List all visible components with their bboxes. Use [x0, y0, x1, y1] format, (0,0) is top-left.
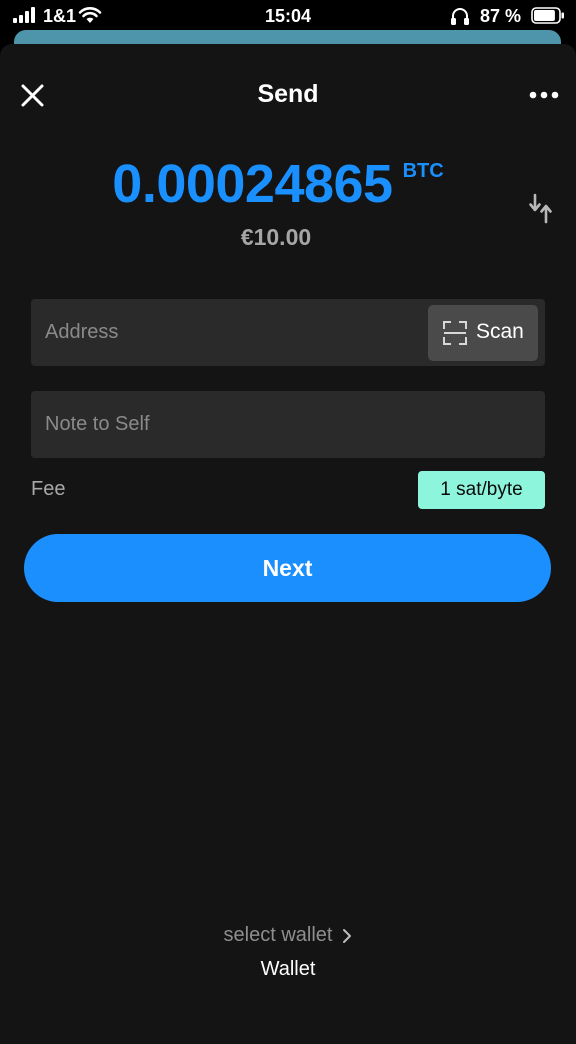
qr-scan-icon — [443, 321, 467, 345]
scan-button[interactable]: Scan — [428, 305, 538, 361]
address-input[interactable] — [45, 299, 425, 366]
next-button[interactable]: Next — [24, 534, 551, 602]
fee-selector[interactable]: 1 sat/byte — [418, 471, 545, 509]
chevron-right-icon — [343, 928, 352, 943]
page-title: Send — [257, 80, 319, 108]
note-input[interactable] — [45, 391, 531, 458]
headphones-icon — [451, 8, 469, 25]
amount-value: 0.00024865 — [112, 154, 393, 214]
address-field: Scan — [31, 299, 545, 366]
swap-arrows-icon[interactable] — [529, 192, 553, 224]
battery-icon — [531, 7, 564, 24]
amount-unit: BTC — [402, 160, 444, 182]
select-wallet-label: select wallet — [223, 924, 333, 946]
more-options-icon[interactable] — [527, 88, 561, 102]
note-field — [31, 391, 545, 458]
wallet-selector[interactable]: select wallet Wallet — [0, 920, 576, 990]
crypto-amount[interactable]: 0.00024865 BTC — [0, 153, 556, 215]
select-wallet-row: select wallet — [0, 924, 576, 947]
wallet-name: Wallet — [260, 958, 316, 980]
battery-percent: 87 % — [480, 6, 522, 26]
fiat-amount: €10.00 — [240, 224, 312, 250]
scan-label: Scan — [476, 320, 524, 343]
status-bar: 1&1 15:04 87 % — [0, 0, 576, 34]
fee-label: Fee — [31, 478, 66, 500]
